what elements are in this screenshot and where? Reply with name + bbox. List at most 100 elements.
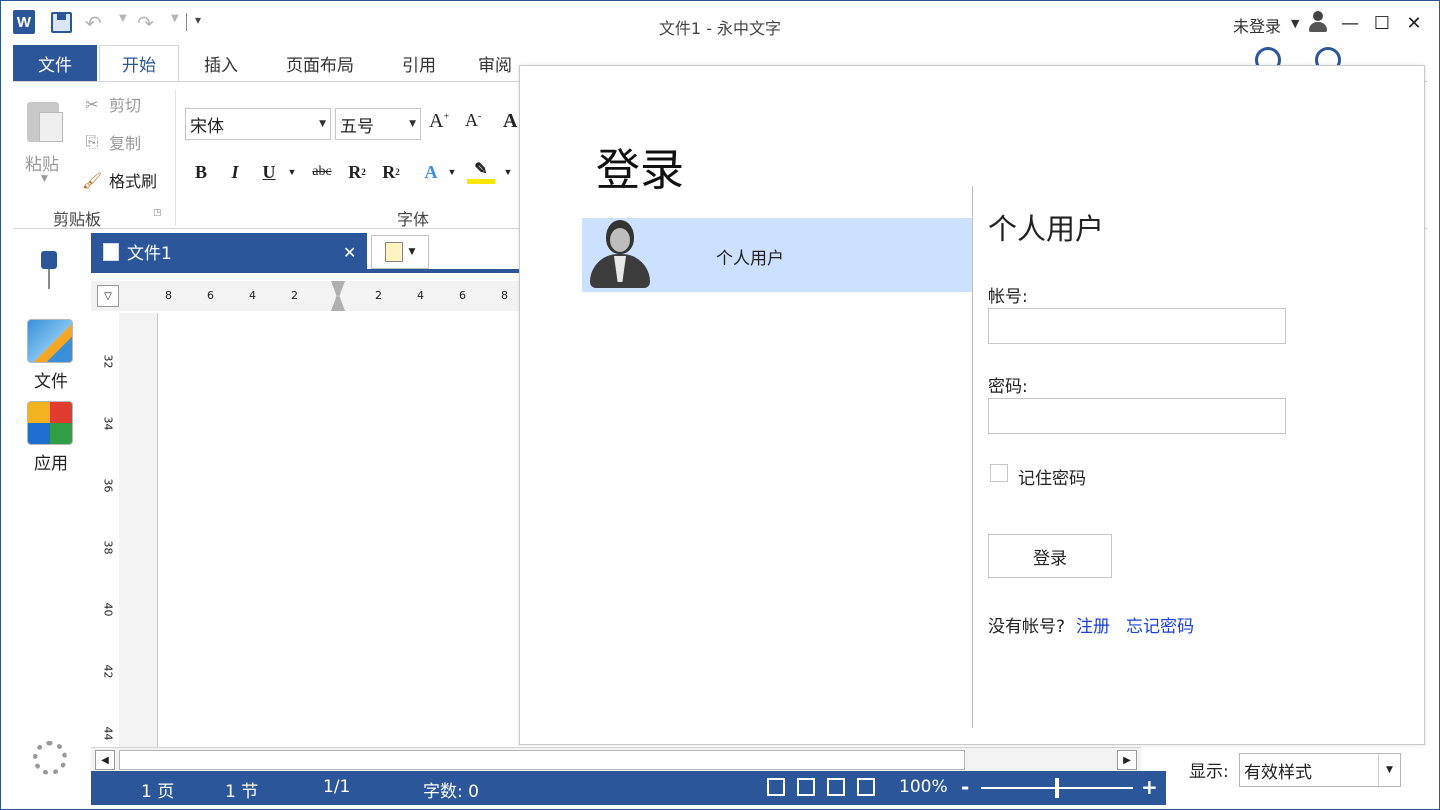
zoom-in-button[interactable]: + xyxy=(1141,775,1158,799)
subscript-button[interactable]: R2 xyxy=(343,158,371,186)
cut-button[interactable]: ✂ 剪切 xyxy=(81,92,141,116)
maximize-button[interactable]: ☐ xyxy=(1367,9,1397,37)
rail-item-file[interactable]: 文件 xyxy=(13,367,89,392)
bold-button[interactable]: B xyxy=(189,158,213,186)
paste-icon[interactable] xyxy=(23,94,65,144)
minimize-button[interactable]: — xyxy=(1335,9,1365,37)
document-tab-label: 文件1 xyxy=(127,243,172,264)
file-app-icon[interactable] xyxy=(27,319,73,363)
highlight-icon[interactable]: ✎ xyxy=(467,158,495,184)
display-select-value: 有效样式 xyxy=(1244,762,1312,783)
ruler-tick: 40 xyxy=(101,602,115,617)
document-page[interactable] xyxy=(157,313,519,749)
zoom-slider-thumb[interactable] xyxy=(1055,778,1059,798)
cut-label: 剪切 xyxy=(109,96,142,115)
password-input[interactable] xyxy=(988,398,1286,434)
copy-button[interactable]: ⎘ 复制 xyxy=(81,130,141,154)
login-status[interactable]: 未登录 xyxy=(1233,13,1281,37)
tab-stop-selector-icon[interactable]: ▽ xyxy=(97,285,119,307)
horizontal-scrollbar[interactable]: ◀ ▶ xyxy=(91,747,1141,771)
vertical-ruler[interactable]: 32 34 36 38 40 42 44 xyxy=(91,313,119,749)
zoom-out-button[interactable]: - xyxy=(961,775,969,799)
horizontal-ruler[interactable]: ▽ 8 6 4 2 2 4 6 8 xyxy=(91,281,519,311)
tab-home[interactable]: 开始 xyxy=(99,45,179,81)
ruler-tick: 32 xyxy=(101,354,115,369)
close-button[interactable]: ✕ xyxy=(1399,9,1429,37)
reading-view-icon[interactable] xyxy=(857,778,875,796)
word-document-icon xyxy=(103,243,119,261)
remember-password-label[interactable]: 记住密码 xyxy=(1018,464,1086,489)
password-label: 密码: xyxy=(988,377,1028,397)
ruler-tick: 4 xyxy=(249,289,256,302)
ruler-tick: 34 xyxy=(101,416,115,431)
superscript-button[interactable]: R2 xyxy=(377,158,405,186)
clipboard-launcher-icon[interactable]: ◳ xyxy=(153,208,162,218)
page-indicator: 1 页 xyxy=(141,782,175,802)
indent-marker[interactable] xyxy=(331,281,345,311)
ruler-tick: 8 xyxy=(501,289,508,302)
register-link[interactable]: 注册 xyxy=(1076,612,1110,637)
account-input[interactable] xyxy=(988,308,1286,344)
copy-icon: ⎘ xyxy=(85,132,99,151)
no-account-text: 没有帐号? xyxy=(988,617,1066,637)
account-type-personal[interactable]: 个人用户 xyxy=(582,218,972,292)
display-label: 显示: xyxy=(1189,762,1229,782)
highlight-dropdown-icon[interactable]: ▼ xyxy=(501,158,515,186)
font-name-select[interactable]: 宋体 ▼ xyxy=(185,108,331,140)
ruler-tick: 6 xyxy=(207,289,214,302)
word-count[interactable]: 字数: 0 xyxy=(423,777,479,802)
font-more-button[interactable]: A xyxy=(503,110,517,133)
font-size-select[interactable]: 五号 ▼ xyxy=(335,108,421,140)
title-bar: W ↶ ▼ ↷ ▼ ▾ 文件1 - 永中文字 未登录 ▼ — ☐ ✕ xyxy=(1,1,1439,45)
login-heading: 登录 xyxy=(596,145,684,196)
underline-button[interactable]: U xyxy=(257,158,281,186)
user-icon[interactable] xyxy=(1307,11,1329,33)
web-layout-icon[interactable] xyxy=(797,778,815,796)
paste-button[interactable]: 粘贴 xyxy=(25,150,59,175)
tab-insert[interactable]: 插入 xyxy=(187,45,255,81)
shrink-font-button[interactable]: A- xyxy=(465,110,481,131)
login-button[interactable]: 登录 xyxy=(988,534,1112,578)
ruler-tick: 6 xyxy=(459,289,466,302)
grow-font-button[interactable]: A+ xyxy=(429,110,449,133)
section-indicator: 1 节 xyxy=(225,782,259,802)
ruler-tick: 38 xyxy=(101,540,115,555)
login-panel: 登录 个人用户 个人用户 帐号: 密码: 记住密码 登录 没有帐号? 注册 忘记… xyxy=(519,65,1425,745)
scroll-thumb[interactable] xyxy=(119,750,965,770)
scroll-right-icon[interactable]: ▶ xyxy=(1117,750,1137,770)
gear-icon[interactable] xyxy=(33,741,67,775)
tab-page-layout[interactable]: 页面布局 xyxy=(273,45,367,81)
ruler-tick: 42 xyxy=(101,664,115,679)
underline-dropdown-icon[interactable]: ▼ xyxy=(285,158,299,186)
rail-item-apps[interactable]: 应用 xyxy=(13,449,89,474)
font-group-label: 字体 xyxy=(397,210,430,229)
font-size-value: 五号 xyxy=(340,116,374,137)
outline-view-icon[interactable] xyxy=(827,778,845,796)
apps-icon[interactable] xyxy=(27,401,73,445)
tab-file[interactable]: 文件 xyxy=(13,45,97,81)
print-layout-icon[interactable] xyxy=(767,778,785,796)
strikethrough-button[interactable]: abc xyxy=(307,158,337,186)
close-tab-icon[interactable]: ✕ xyxy=(343,243,356,262)
paste-dropdown-icon[interactable]: ▼ xyxy=(41,174,48,184)
format-painter-button[interactable]: 🖌 格式刷 xyxy=(81,168,157,192)
font-name-value: 宋体 xyxy=(190,116,224,137)
forgot-password-link[interactable]: 忘记密码 xyxy=(1126,612,1194,637)
avatar xyxy=(590,220,650,290)
pin-icon[interactable] xyxy=(37,251,61,291)
new-document-button[interactable]: ▼ xyxy=(371,235,429,269)
chevron-down-icon: ▼ xyxy=(1378,754,1400,786)
document-tab[interactable]: 文件1 ✕ xyxy=(91,233,367,269)
chevron-down-icon: ▼ xyxy=(408,247,416,257)
remember-password-checkbox[interactable] xyxy=(990,464,1008,482)
group-divider xyxy=(175,90,176,226)
text-effect-dropdown-icon[interactable]: ▼ xyxy=(445,158,459,186)
text-effect-icon[interactable]: A xyxy=(419,158,443,186)
scroll-left-icon[interactable]: ◀ xyxy=(95,750,115,770)
login-dropdown-icon[interactable]: ▼ xyxy=(1291,17,1299,30)
tab-references[interactable]: 引用 xyxy=(385,45,453,81)
tab-review[interactable]: 审阅 xyxy=(471,45,519,81)
display-select[interactable]: 有效样式 ▼ xyxy=(1239,753,1401,787)
login-panel-divider xyxy=(972,186,973,728)
italic-button[interactable]: I xyxy=(223,158,247,186)
